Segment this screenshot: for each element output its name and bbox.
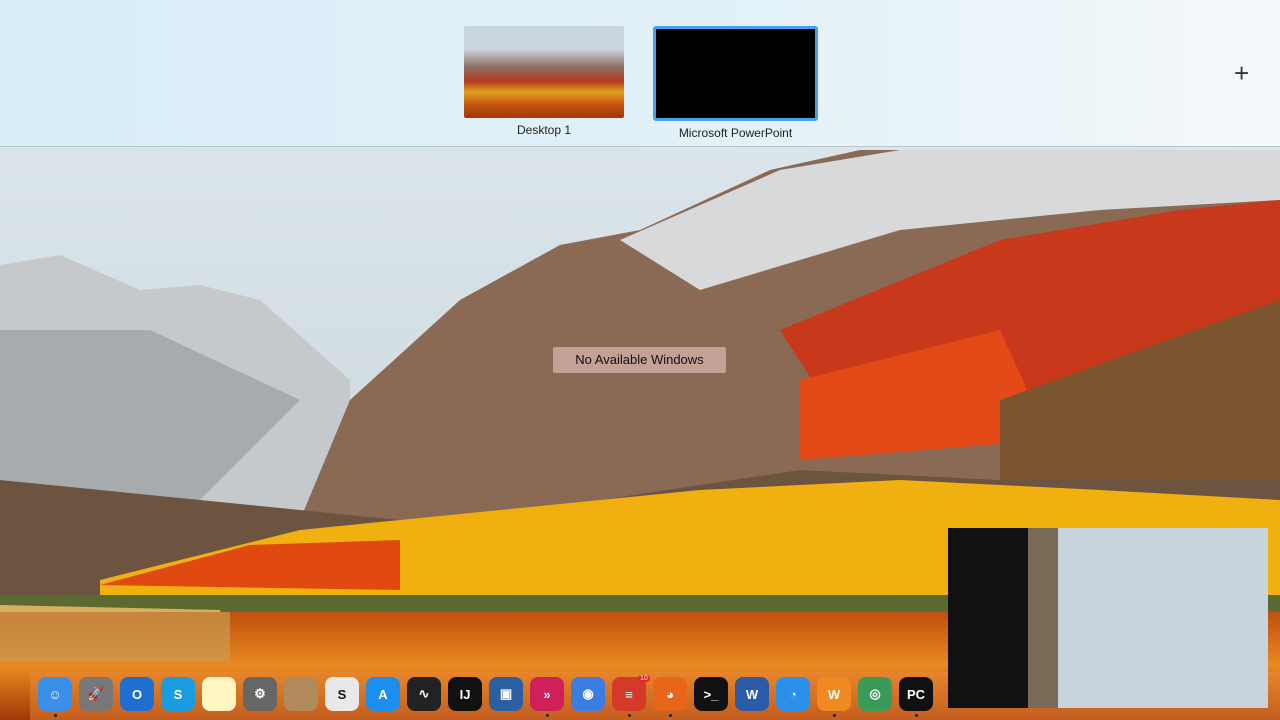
running-indicator [669,714,672,717]
dock-item-notes[interactable] [202,677,236,711]
dock-item-chrome[interactable]: ◉ [571,677,605,711]
dock-item-slack[interactable]: S [325,677,359,711]
dock-item-todoist[interactable]: ≡ [612,677,646,711]
dock-item-activity-monitor[interactable]: ∿ [407,677,441,711]
dock-item-tweetbot[interactable]: ◔ [776,677,810,711]
no-available-windows-label: No Available Windows [553,347,726,373]
space-label: Desktop 1 [516,123,572,137]
dock-item-virtualbox[interactable]: ▣ [489,677,523,711]
space-thumbnail[interactable] [464,26,624,118]
space-label: Microsoft PowerPoint [678,126,793,140]
dock-item-outlook[interactable]: O [120,677,154,711]
activity-monitor-icon: ∿ [418,686,430,701]
presenter-video-overlay [948,528,1268,708]
dock-item-skype[interactable]: S [161,677,195,711]
app-store-icon: A [378,686,388,702]
terminal-icon: >_ [703,686,719,702]
word-icon: W [745,686,759,702]
dock-item-finder[interactable]: ☺ [38,677,72,711]
dock-item-system-preferences[interactable]: ⚙ [243,677,277,711]
running-indicator [54,714,57,717]
dock-item-launchpad[interactable]: 🚀 [79,677,113,711]
todoist-icon: ≡ [625,686,633,702]
dock-item-intellij[interactable]: IJ [448,677,482,711]
dock-item-word[interactable]: W [735,677,769,711]
space-thumbnail[interactable] [653,26,818,121]
dock-item-airmail[interactable]: » [530,677,564,711]
launchpad-icon: 🚀 [87,686,105,701]
finder-icon: ☺ [48,686,62,702]
space-desktop-1[interactable]: Desktop 1 [464,26,624,137]
dock-item-terminal[interactable]: >_ [694,677,728,711]
running-indicator [833,714,836,717]
dock-item-firefox[interactable]: ◕ [653,677,687,711]
pycharm-icon: PC [906,686,926,702]
dock-item-orange-app[interactable]: W [817,677,851,711]
running-indicator [546,714,549,717]
tweetbot-icon: ◔ [789,686,797,702]
outlook-icon: O [131,686,143,702]
anyconnect-icon: ◎ [869,686,881,701]
dock-item-pycharm[interactable]: PC [899,677,933,711]
airmail-icon: » [543,686,551,702]
virtualbox-icon: ▣ [499,686,513,701]
space-microsoft-powerpoint[interactable]: Microsoft PowerPoint [653,26,818,140]
orange-app-icon: W [827,686,841,702]
running-indicator [628,714,631,717]
skype-icon: S [173,686,183,702]
notification-badge: 10 [638,675,650,682]
slack-icon: S [337,686,347,702]
add-space-button[interactable]: + [1234,60,1249,86]
chrome-icon: ◉ [582,686,594,701]
spaces-bar: Desktop 1 Microsoft PowerPoint + [0,0,1280,147]
dock-item-anyconnect[interactable]: ◎ [858,677,892,711]
system-preferences-icon: ⚙ [254,686,266,701]
dock-item-notebook[interactable] [284,677,318,711]
dock-item-app-store[interactable]: A [366,677,400,711]
firefox-icon: ◕ [666,686,674,702]
intellij-icon: IJ [459,686,471,702]
running-indicator [915,714,918,717]
